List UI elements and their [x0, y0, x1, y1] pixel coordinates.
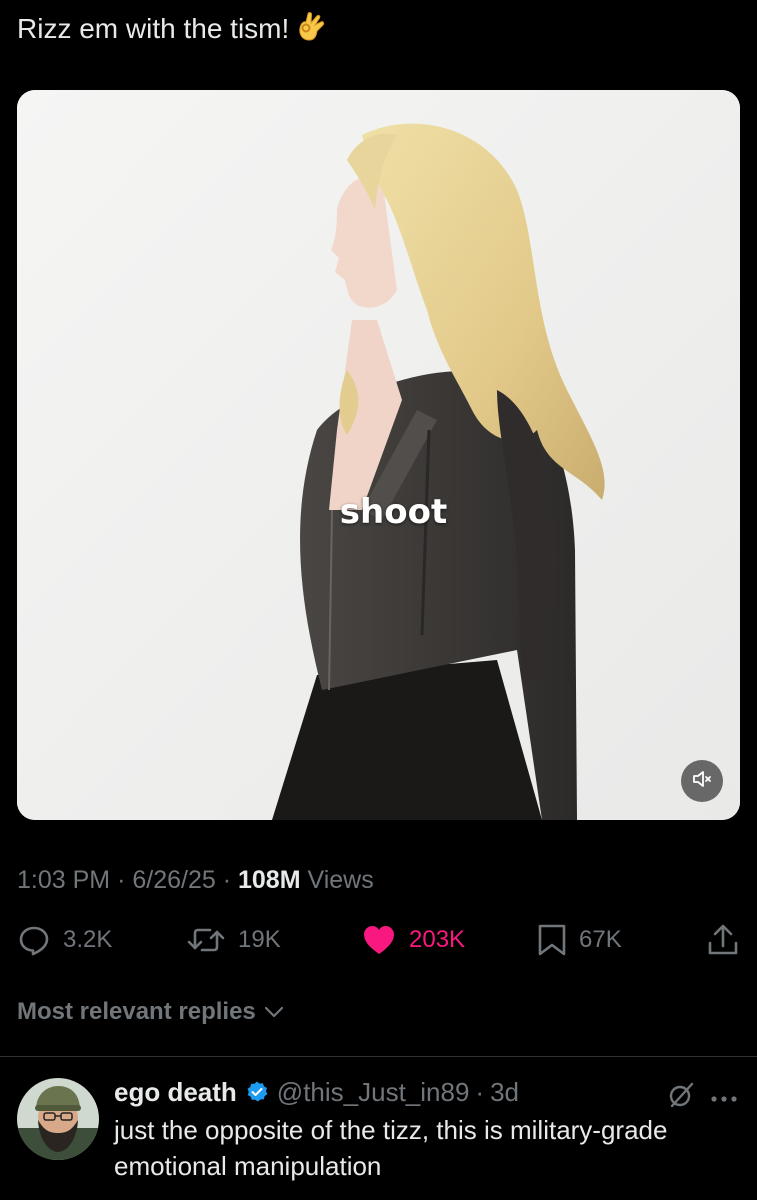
more-options-icon[interactable] [710, 1090, 738, 1108]
meta-separator: · [117, 866, 126, 894]
replies-sort-dropdown[interactable]: Most relevant replies [17, 998, 284, 1026]
share-icon [706, 923, 740, 957]
video-caption: shoot [339, 492, 448, 532]
repost-button[interactable]: 19K [186, 922, 281, 958]
heart-icon [361, 923, 397, 957]
grok-icon[interactable] [666, 1080, 696, 1115]
video-frame-image [17, 90, 740, 820]
like-count: 203K [409, 926, 466, 953]
like-button[interactable]: 203K [361, 922, 465, 958]
bookmark-count: 67K [579, 926, 622, 953]
repost-icon [186, 923, 226, 957]
ok-hand-emoji-icon [295, 10, 329, 44]
verified-badge-icon [245, 1080, 269, 1104]
chevron-down-icon [256, 998, 284, 1026]
speaker-muted-icon [691, 768, 713, 795]
tweet-meta: 1:03 PM · 6/26/25 · 108M Views [17, 864, 374, 896]
reply-author-name[interactable]: ego death [114, 1074, 237, 1110]
meta-separator: · [475, 1077, 485, 1107]
share-button[interactable] [706, 922, 740, 958]
tweet-text: Rizz em with the tism! [17, 10, 329, 48]
tweet-text-content: Rizz em with the tism! [17, 13, 290, 44]
reply-text: just the opposite of the tizz, this is m… [114, 1115, 668, 1181]
views-count[interactable]: 108M [238, 866, 301, 894]
bookmark-icon [537, 923, 567, 957]
reply-button[interactable]: 3.2K [17, 922, 112, 958]
repost-count: 19K [238, 926, 281, 953]
reply-header: ego death @this_Just_in89 · 3d [114, 1074, 519, 1110]
mute-button[interactable] [681, 760, 723, 802]
reply-age[interactable]: 3d [490, 1074, 519, 1110]
replies-sort-label: Most relevant replies [17, 998, 256, 1025]
reply-count: 3.2K [63, 926, 113, 953]
tweet-date[interactable]: 6/26/25 [132, 866, 215, 894]
avatar[interactable] [17, 1078, 99, 1160]
meta-separator: · [222, 866, 232, 894]
bookmark-button[interactable]: 67K [537, 922, 622, 958]
tweet-video[interactable]: shoot [17, 90, 740, 820]
reply-icon [17, 923, 51, 957]
reply-author-handle[interactable]: @this_Just_in89 [277, 1074, 470, 1110]
views-label: Views [307, 866, 374, 894]
divider [0, 1056, 757, 1057]
tweet-time[interactable]: 1:03 PM [17, 866, 110, 894]
